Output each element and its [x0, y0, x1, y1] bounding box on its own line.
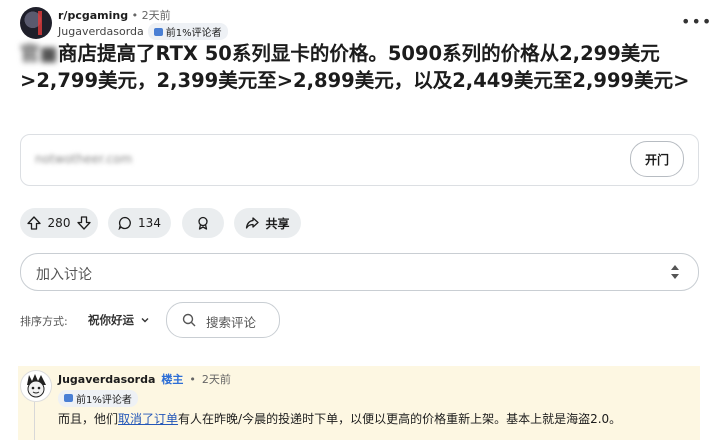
search-icon [182, 313, 196, 327]
arrow-down-icon[interactable] [77, 216, 92, 230]
search-comments-input[interactable]: 搜索评论 [166, 302, 280, 338]
comment-text-after: 有人在昨晚/今晨的投递时下单，以便以更高的价格重新上架。基本上就是海盗2.0。 [178, 412, 622, 426]
post-title-text: 商店提高了RTX 50系列显卡的价格。5090系列的价格从2,299美元>2,7… [20, 42, 690, 92]
expand-arrows-icon[interactable] [669, 262, 681, 282]
comments-button[interactable]: 134 [108, 208, 171, 238]
op-badge: 楼主 [161, 373, 184, 386]
comment-flair-label: 前1%评论者 [76, 394, 132, 406]
award-icon [196, 216, 210, 230]
comment-text-before: 而且，他们 [58, 412, 119, 426]
author-flair: 前1%评论者 [147, 23, 228, 40]
flair-icon [64, 394, 73, 402]
comment-time: 2天前 [201, 373, 231, 386]
comment-link[interactable]: 取消了订单 [118, 412, 178, 426]
share-button[interactable]: 共享 [234, 208, 301, 238]
comment-body: 而且，他们取消了订单有人在昨晚/今晨的投递时下单，以便以更高的价格重新上架。基本… [58, 410, 621, 427]
author-flair-label: 前1%评论者 [165, 28, 222, 39]
comment-count: 134 [138, 216, 161, 230]
arrow-up-icon[interactable] [26, 216, 41, 230]
post-author[interactable]: Jugaverdasorda [58, 25, 144, 38]
comment-avatar[interactable] [20, 370, 52, 402]
share-label: 共享 [265, 216, 290, 231]
sort-dropdown[interactable]: 祝你好运 [88, 312, 150, 328]
comment-separator: • [189, 372, 196, 386]
thread-line[interactable] [34, 402, 35, 440]
comment-flair: 前1%评论者 [58, 389, 138, 407]
comment-author[interactable]: Jugaverdasorda [58, 373, 155, 386]
add-comment-box[interactable]: 加入讨论 [20, 253, 699, 291]
share-arrow-icon [245, 216, 260, 230]
more-horizontal-icon[interactable]: ••• [681, 12, 712, 31]
post-meta: r/pcgaming • 2天前 [58, 7, 171, 23]
post-title: 官■商店提高了RTX 50系列显卡的价格。5090系列的价格从2,299美元>2… [20, 40, 700, 94]
post-author-line: Jugaverdasorda 前1%评论者 [58, 23, 228, 40]
link-url[interactable]: notwotheer.com [35, 152, 132, 166]
speech-bubble-icon [118, 216, 132, 230]
open-link-button[interactable]: 开门 [630, 141, 684, 177]
post-time: 2天前 [141, 9, 171, 22]
sort-label: 排序方式: [20, 315, 68, 328]
comment-flair-wrap: 前1%评论者 [58, 387, 138, 407]
meta-separator: • [131, 9, 139, 22]
link-card[interactable]: notwotheer.com 开门 [20, 134, 699, 186]
flair-icon [153, 27, 163, 36]
sort-value: 祝你好运 [88, 313, 134, 327]
vote-count: 280 [47, 216, 71, 230]
vote-bar: 280 [20, 208, 98, 238]
post-title-redacted: 官■ [20, 42, 58, 65]
subreddit-name[interactable]: r/pcgaming [58, 9, 128, 22]
comment-meta: Jugaverdasorda 楼主 • 2天前 [58, 371, 231, 387]
award-button[interactable] [182, 208, 224, 238]
chevron-down-icon [141, 318, 149, 323]
subreddit-avatar[interactable] [20, 7, 52, 39]
add-comment-placeholder: 加入讨论 [36, 267, 92, 283]
search-placeholder: 搜索评论 [206, 315, 257, 330]
